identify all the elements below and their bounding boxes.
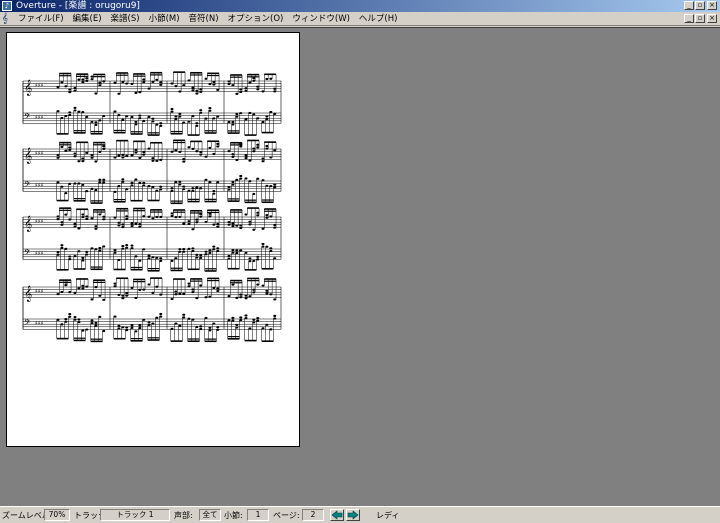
key-signature: ♯♯♯ [35,150,44,157]
next-page-arrow-icon[interactable] [346,509,360,521]
menu-items: ファイル(F) 編集(E) 楽譜(S) 小節(M) 音符(N) オプション(O) ウィンドウ… [18,12,406,26]
zoom-level-field[interactable]: 70% [44,509,70,521]
prev-page-arrow-icon[interactable] [330,509,344,521]
menu-item[interactable]: ファイル(F) [18,12,70,26]
window-title: Overture - [楽譜 : orugoru9] [16,1,140,11]
key-signature: ♯♯♯ [35,250,44,257]
close-button[interactable]: × [707,1,717,10]
track-field[interactable]: トラック 1 [100,509,170,521]
voice-label: 声部: [174,511,193,520]
menu-item[interactable]: ウィンドウ(W) [292,12,356,26]
menu-item[interactable]: 楽譜(S) [111,12,146,26]
key-signature: ♯♯♯ [35,288,44,295]
overture-icon[interactable]: ♪ [2,1,12,11]
menu-item[interactable]: オプション(O) [228,12,290,26]
minimize-button[interactable]: _ [684,1,694,10]
menu-item[interactable]: ヘルプ(H) [359,12,404,26]
score-system: 𝄞 ♯♯♯𝄢 ♯♯♯ [22,71,282,136]
sheet-music[interactable]: 𝄞 ♯♯♯𝄢 ♯♯♯𝄞 ♯♯♯𝄢 ♯♯♯𝄞 ♯♯♯𝄢 ♯♯♯𝄞 ♯♯♯𝄢 ♯♯♯ [7,33,301,448]
key-signature: ♯♯♯ [35,320,44,327]
ready-status: レディ [376,511,400,520]
score-system: 𝄞 ♯♯♯𝄢 ♯♯♯ [22,277,282,343]
doc-close-button[interactable]: × [707,14,717,23]
treble-clef-icon: 𝄞 [24,216,32,232]
menu-item[interactable]: 編集(E) [73,12,108,26]
menu-item[interactable]: 小節(M) [149,12,186,26]
bass-clef-icon: 𝄢 [24,113,31,124]
bass-clef-icon: 𝄢 [24,319,31,330]
menu-item[interactable]: 音符(N) [189,12,225,26]
voice-field[interactable]: 全て [199,509,221,521]
page-field[interactable]: 2 [302,509,324,521]
page-label: ページ: [273,511,300,520]
measure-label: 小節: [224,511,243,520]
maximize-button[interactable]: ▫ [695,1,705,10]
measure-field[interactable]: 1 [247,509,269,521]
key-signature: ♯♯♯ [35,218,44,225]
score-system: 𝄞 ♯♯♯𝄢 ♯♯♯ [22,139,282,205]
bass-clef-icon: 𝄢 [24,249,31,260]
score-document-icon[interactable]: 𝄞 [2,13,12,24]
title-bar: ♪ Overture - [楽譜 : orugoru9] _ ▫ × [0,0,720,12]
treble-clef-icon: 𝄞 [24,286,32,302]
score-page[interactable]: 𝄞 ♯♯♯ 𝄢 ♯♯♯ 𝄞 ♯♯♯ 𝄢 ♯♯♯ 𝄞 ♯♯♯ 𝄢 ♯♯♯ 𝄞 ♯♯♯ 𝄢 ♯♯♯ [6,32,300,447]
status-bar: ズームレベル: 70% トラック: トラック 1 声部: 全て 小節: 1 ペー… [0,506,720,523]
treble-clef-icon: 𝄞 [24,148,32,164]
doc-maximize-button[interactable]: ▫ [695,14,705,23]
treble-clef-icon: 𝄞 [24,80,32,96]
score-system: 𝄞 ♯♯♯𝄢 ♯♯♯ [22,207,282,272]
key-signature: ♯♯♯ [35,182,44,189]
key-signature: ♯♯♯ [35,82,44,89]
bass-clef-icon: 𝄢 [24,181,31,192]
key-signature: ♯♯♯ [35,114,44,121]
doc-minimize-button[interactable]: _ [684,14,694,23]
menu-bar: 𝄞 ファイル(F) 編集(E) 楽譜(S) 小節(M) 音符(N) オプション(O) ウィン… [0,12,720,26]
